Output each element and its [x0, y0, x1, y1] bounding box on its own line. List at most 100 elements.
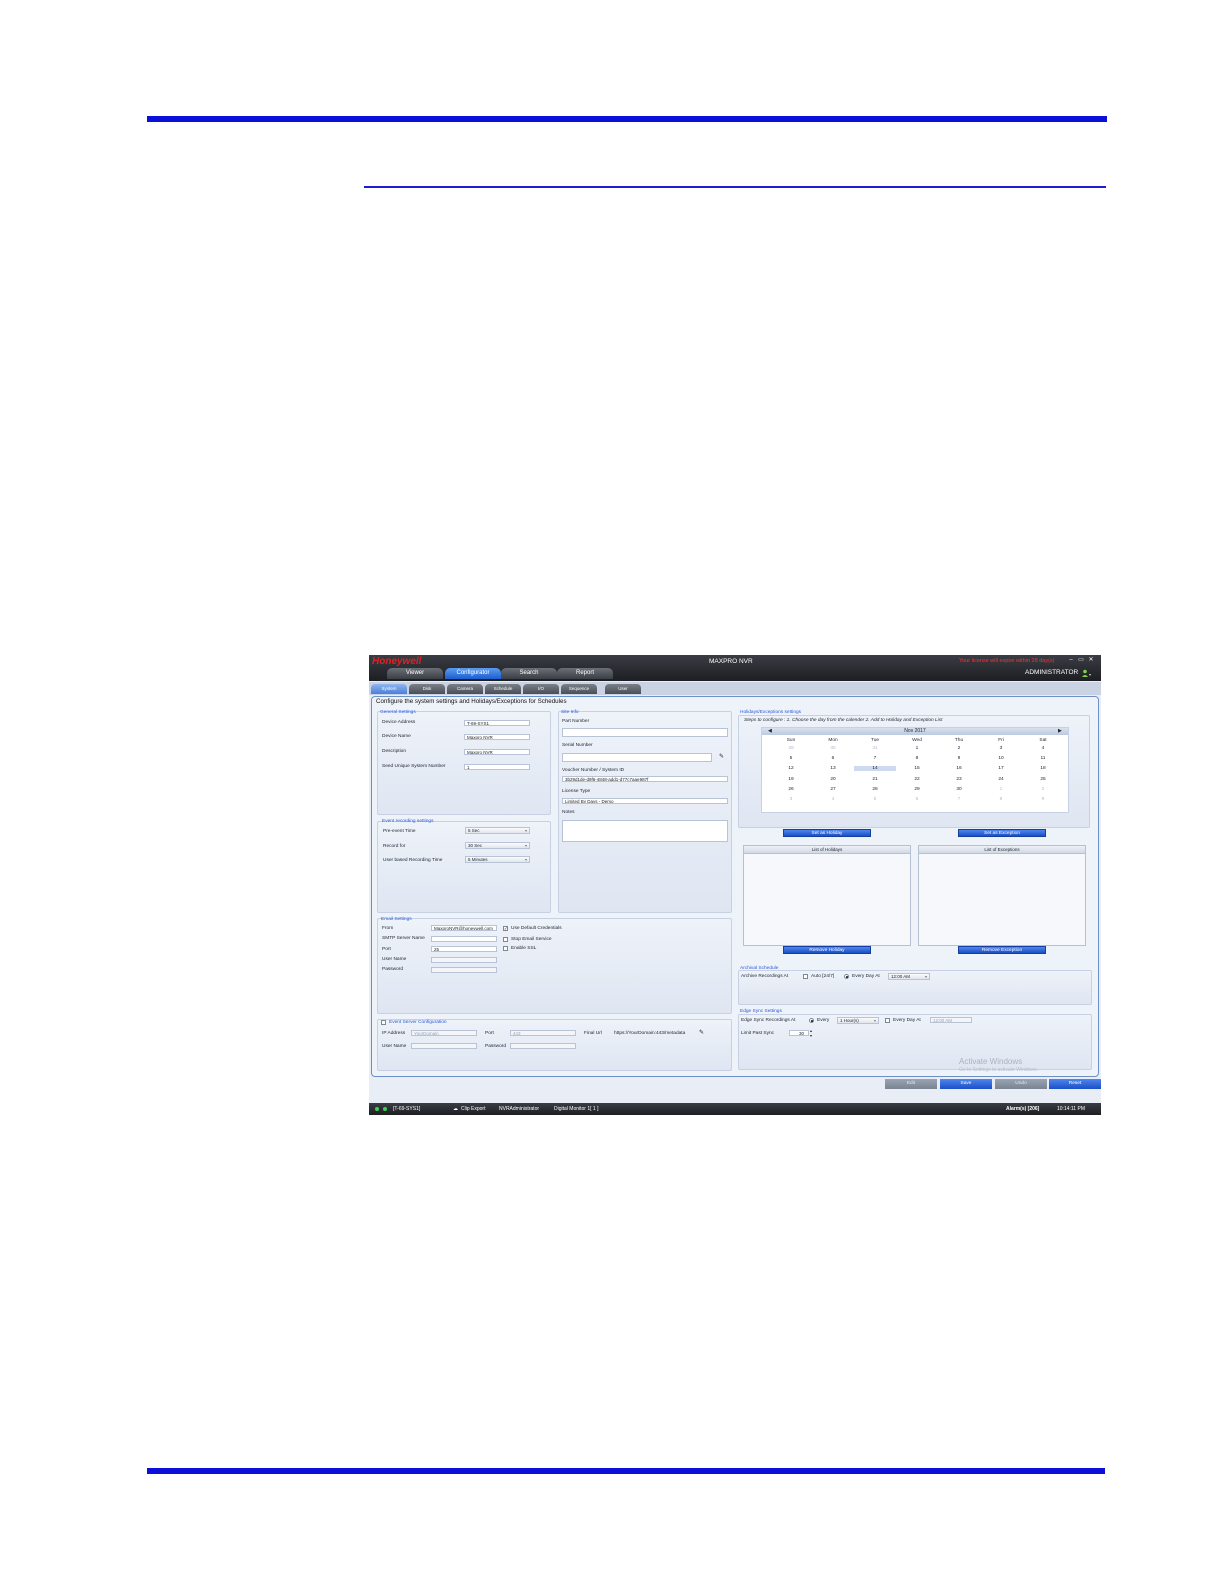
email-port-field[interactable]: 25: [431, 946, 497, 952]
every-interval-radio[interactable]: [809, 1018, 814, 1023]
reset-button[interactable]: Reset: [1049, 1079, 1101, 1089]
pre-event-select[interactable]: 5 Sec ▾: [465, 827, 530, 834]
calendar-day[interactable]: 7: [854, 756, 896, 761]
calendar-day[interactable]: 6: [896, 797, 938, 802]
status-alarms[interactable]: Alarm(s) [206]: [1006, 1103, 1039, 1115]
edit-button[interactable]: Edit: [885, 1079, 937, 1089]
ip-address-field[interactable]: YourDomain: [411, 1030, 477, 1036]
subtab-schedule[interactable]: Schedule: [485, 684, 521, 694]
user-icon[interactable]: [1082, 669, 1091, 677]
calendar-day[interactable]: 20: [812, 777, 854, 782]
calendar-day[interactable]: 5: [770, 756, 812, 761]
calendar-day[interactable]: 7: [938, 797, 980, 802]
edge-every-day-checkbox[interactable]: [885, 1018, 890, 1023]
calendar-day[interactable]: 9: [1022, 797, 1064, 802]
calendar-day[interactable]: 30: [812, 746, 854, 751]
description-field[interactable]: Maxpro NVR: [464, 749, 530, 755]
email-username-field[interactable]: [431, 957, 497, 963]
calendar-day[interactable]: 12: [770, 766, 812, 771]
archive-time-select[interactable]: 12:00 AM ▾: [888, 973, 930, 980]
voucher-field[interactable]: 3b29d1de-d9f6-4848-add1-d77c7aae987f: [562, 776, 728, 782]
tab-report[interactable]: Report: [557, 668, 613, 679]
holidays-list[interactable]: List of Holidays: [743, 845, 911, 946]
tab-configurator[interactable]: Configurator: [445, 668, 501, 679]
calendar-day[interactable]: 13: [812, 766, 854, 771]
record-for-select[interactable]: 30 Sec ▾: [465, 842, 530, 849]
server-username-field[interactable]: [411, 1043, 477, 1049]
calendar-day[interactable]: 8: [980, 797, 1022, 802]
subtab-io[interactable]: I/O: [523, 684, 559, 694]
calendar-day[interactable]: 16: [938, 766, 980, 771]
edit-url-pencil-icon[interactable]: ✎: [699, 1029, 704, 1036]
subtab-disk[interactable]: Disk: [409, 684, 445, 694]
next-month-icon[interactable]: ▶: [1058, 728, 1062, 735]
use-default-checkbox[interactable]: ✓: [503, 926, 508, 931]
stop-email-checkbox[interactable]: [503, 937, 508, 942]
calendar-day[interactable]: 1: [896, 746, 938, 751]
calendar-day[interactable]: 3: [980, 746, 1022, 751]
calendar-day[interactable]: 21: [854, 777, 896, 782]
interval-select[interactable]: 1 Hour(s) ▾: [837, 1017, 879, 1024]
calendar-day[interactable]: 14: [854, 766, 896, 772]
serial-number-field[interactable]: [562, 753, 712, 762]
edit-pencil-icon[interactable]: ✎: [719, 753, 724, 760]
calendar-day[interactable]: 4: [812, 797, 854, 802]
calendar-day[interactable]: 29: [896, 787, 938, 792]
subtab-user[interactable]: User: [605, 684, 641, 694]
minimize-icon[interactable]: –: [1067, 657, 1075, 663]
calendar-day[interactable]: 23: [938, 777, 980, 782]
remove-holiday-button[interactable]: Remove Holiday: [783, 946, 871, 954]
tab-search[interactable]: Search: [501, 668, 557, 679]
maximize-icon[interactable]: ▭: [1077, 657, 1085, 663]
calendar-day[interactable]: 25: [1022, 777, 1064, 782]
close-icon[interactable]: ✕: [1087, 657, 1095, 663]
calendar-day[interactable]: 2: [938, 746, 980, 751]
calendar-day[interactable]: 1: [980, 787, 1022, 792]
user-based-select[interactable]: 5 Minutes ▾: [465, 856, 530, 863]
notes-field[interactable]: [562, 820, 728, 842]
set-holiday-button[interactable]: Set as Holiday: [783, 829, 871, 837]
calendar-day[interactable]: 26: [770, 787, 812, 792]
calendar-day[interactable]: 28: [854, 787, 896, 792]
subtab-camera[interactable]: Camera: [447, 684, 483, 694]
every-day-radio[interactable]: [844, 974, 849, 979]
calendar[interactable]: Nov 2017 ◀ ▶ Sun Mon Tue Wed Thu Fri Sat 29 30 31…: [761, 727, 1069, 813]
calendar-day[interactable]: 19: [770, 777, 812, 782]
user-name[interactable]: ADMINISTRATOR: [1025, 669, 1078, 676]
calendar-day[interactable]: 17: [980, 766, 1022, 771]
calendar-day[interactable]: 6: [812, 756, 854, 761]
device-address-field[interactable]: T-69-SYS1: [464, 720, 530, 726]
remove-exception-button[interactable]: Remove Exception: [958, 946, 1046, 954]
spinner-down-icon[interactable]: ▾: [810, 1033, 812, 1038]
calendar-day[interactable]: 8: [896, 756, 938, 761]
from-field[interactable]: MaxproNVR@honeywell.com: [431, 925, 497, 931]
calendar-day[interactable]: 5: [854, 797, 896, 802]
email-password-field[interactable]: [431, 967, 497, 973]
calendar-day[interactable]: 30: [938, 787, 980, 792]
calendar-day[interactable]: 3: [770, 797, 812, 802]
smtp-field[interactable]: [431, 936, 497, 942]
calendar-day[interactable]: 10: [980, 756, 1022, 761]
calendar-day[interactable]: 22: [896, 777, 938, 782]
calendar-day[interactable]: 24: [980, 777, 1022, 782]
calendar-day[interactable]: 2: [1022, 787, 1064, 792]
subtab-system[interactable]: System: [371, 684, 407, 694]
set-exception-button[interactable]: Set as Exception: [958, 829, 1046, 837]
auto-archive-checkbox[interactable]: [803, 974, 808, 979]
save-button[interactable]: Save: [940, 1079, 992, 1089]
calendar-day[interactable]: 4: [1022, 746, 1064, 751]
subtab-sequence[interactable]: Sequence: [561, 684, 597, 694]
calendar-day[interactable]: 31: [854, 746, 896, 751]
calendar-day[interactable]: 11: [1022, 756, 1064, 761]
prev-month-icon[interactable]: ◀: [768, 728, 772, 735]
calendar-day[interactable]: 29: [770, 746, 812, 751]
calendar-day[interactable]: 15: [896, 766, 938, 771]
tab-viewer[interactable]: Viewer: [387, 668, 443, 679]
event-server-checkbox[interactable]: [381, 1020, 386, 1025]
part-number-field[interactable]: [562, 728, 728, 737]
enable-ssl-checkbox[interactable]: [503, 946, 508, 951]
exceptions-list[interactable]: List of Exceptions: [918, 845, 1086, 946]
calendar-day[interactable]: 9: [938, 756, 980, 761]
edge-time-field[interactable]: 12:00 AM: [930, 1017, 972, 1023]
clip-export-icon[interactable]: ☁: [453, 1103, 458, 1115]
